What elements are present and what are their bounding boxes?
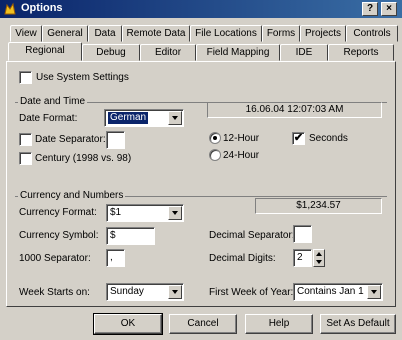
tab-editor[interactable]: Editor [140,44,196,61]
century-checkbox[interactable] [19,152,32,165]
tab-remote-data[interactable]: Remote Data [122,25,190,42]
use-system-settings-label: Use System Settings [36,72,129,83]
seconds-label: Seconds [309,133,348,144]
thousand-separator-label: 1000 Separator: [19,253,91,264]
ok-button[interactable]: OK [93,313,163,335]
tab-field-mapping[interactable]: Field Mapping [196,44,280,61]
thousand-separator-input[interactable]: , [106,249,125,267]
decimal-digits-input[interactable]: 2 [293,249,312,267]
app-fox-icon [4,2,16,15]
use-system-settings-checkbox[interactable] [19,71,32,84]
tab-controls[interactable]: Controls [346,25,398,42]
date-format-select[interactable]: German [104,109,184,127]
decimal-separator-label: Decimal Separator: [209,230,295,241]
currency-format-label: Currency Format: [19,207,97,218]
cancel-button[interactable]: Cancel [169,314,237,334]
hour24-label: 24-Hour [223,150,260,161]
hour24-radio[interactable] [209,149,221,161]
title-bar: Options ? × [0,0,402,18]
decimal-digits-label: Decimal Digits: [209,253,276,264]
currency-symbol-input[interactable]: $ [106,227,155,245]
week-starts-label: Week Starts on: [19,287,90,298]
tab-debug[interactable]: Debug [82,44,140,61]
tab-regional[interactable]: Regional [8,42,82,61]
tab-file-locations[interactable]: File Locations [190,25,262,42]
tab-projects[interactable]: Projects [300,25,346,42]
chevron-down-icon[interactable] [168,111,182,125]
tab-reports[interactable]: Reports [328,44,394,61]
date-separator-input[interactable] [106,131,125,149]
spin-up-icon[interactable] [316,252,322,256]
first-week-value: Contains Jan 1 [297,286,364,297]
hour12-label: 12-Hour [223,133,260,144]
spin-down-icon[interactable] [316,260,322,264]
set-as-default-button[interactable]: Set As Default [320,314,396,334]
date-format-label: Date Format: [19,113,78,124]
week-starts-select[interactable]: Sunday [106,283,184,301]
decimal-digits-spinner[interactable] [313,249,325,267]
date-time-group-label: Date and Time [18,96,88,107]
first-week-select[interactable]: Contains Jan 1 [293,283,383,301]
week-starts-value: Sunday [110,286,144,297]
help-title-button[interactable]: ? [362,2,378,16]
close-button[interactable]: × [381,2,397,16]
date-separator-checkbox[interactable] [19,133,32,146]
currency-symbol-label: Currency Symbol: [19,230,99,241]
help-button[interactable]: Help [245,314,313,334]
date-separator-label: Date Separator: [35,134,106,145]
tab-forms[interactable]: Forms [262,25,300,42]
window-title: Options [21,2,63,14]
datetime-preview: 16.06.04 12:07:03 AM [207,102,382,118]
tab-data[interactable]: Data [88,25,122,42]
century-label: Century (1998 vs. 98) [35,153,132,164]
first-week-label: First Week of Year: [209,287,294,298]
currency-preview: $1,234.57 [255,198,382,214]
check-icon: ✔ [293,132,304,144]
tab-view[interactable]: View [10,25,42,42]
tab-general[interactable]: General [42,25,88,42]
hour12-radio[interactable] [209,132,221,144]
chevron-down-icon[interactable] [168,206,182,220]
seconds-checkbox[interactable]: ✔ [292,132,305,145]
tab-ide[interactable]: IDE [280,44,328,61]
chevron-down-icon[interactable] [168,285,182,299]
date-format-value: German [108,112,149,124]
currency-format-value: $1 [110,207,122,218]
currency-group-label: Currency and Numbers [18,190,126,201]
decimal-separator-input[interactable] [293,225,312,243]
currency-format-select[interactable]: $1 [106,204,184,222]
chevron-down-icon[interactable] [367,285,381,299]
